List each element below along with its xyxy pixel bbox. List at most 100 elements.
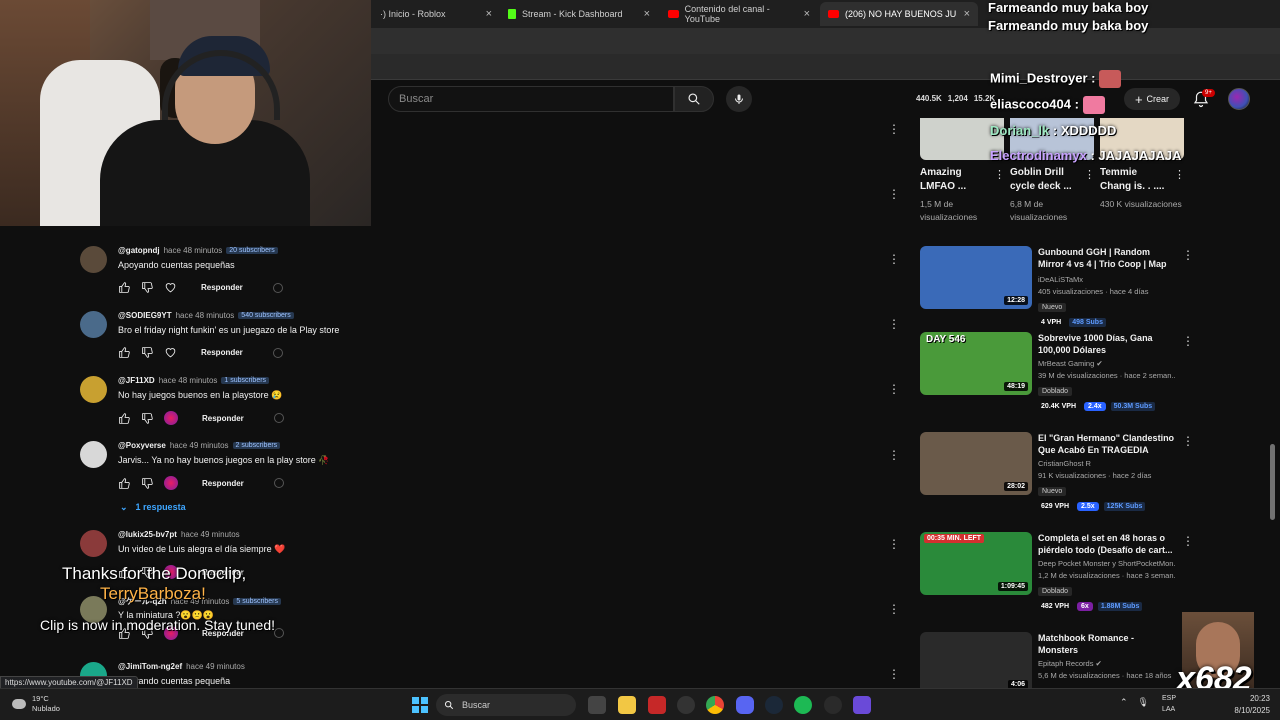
video-thumbnail[interactable]: 4:06	[920, 632, 1032, 688]
show-replies-button[interactable]: ⌄ 1 respuesta	[120, 502, 186, 513]
reply-button[interactable]: Responder	[202, 414, 244, 423]
comment-author[interactable]: @SODIEG9YT	[118, 311, 172, 320]
more-vert-icon[interactable]: ⋮	[994, 168, 1005, 181]
tab-roblox[interactable]: ·) Inicio - Roblox ×	[372, 2, 500, 26]
close-tab-icon[interactable]: ×	[964, 8, 970, 20]
recommended-video[interactable]: 00:35 MIN. LEFT 1:09:45 Completa el set …	[920, 532, 1194, 622]
avatar[interactable]	[80, 376, 107, 403]
discord-icon[interactable]	[736, 696, 754, 714]
taskbar-search[interactable]: Buscar	[436, 694, 576, 716]
more-vert-icon[interactable]: ⋮	[1174, 168, 1185, 181]
thumbs-up-icon[interactable]	[118, 412, 131, 425]
more-vert-icon[interactable]: ⋮	[1182, 334, 1194, 348]
avatar[interactable]	[80, 246, 107, 273]
recommended-video[interactable]: 28:02 El "Gran Hermano" Clandestino Que …	[920, 432, 1194, 522]
more-vert-icon[interactable]: ⋮	[888, 448, 900, 462]
channel-name[interactable]: Deep Pocket Monster y ShortPocketMon...	[1038, 559, 1176, 568]
comment-time[interactable]: hace 49 minutos	[186, 662, 245, 671]
more-vert-icon[interactable]: ⋮	[1084, 168, 1095, 181]
account-avatar[interactable]	[1228, 88, 1250, 110]
comment-author[interactable]: @gatopndj	[118, 246, 160, 255]
thumbs-down-icon[interactable]	[141, 412, 154, 425]
app-icon[interactable]	[648, 696, 666, 714]
more-options-icon[interactable]	[273, 628, 284, 638]
comment-author[interactable]: @JimiTom-ng2ef	[118, 662, 182, 671]
more-options-icon[interactable]	[273, 478, 284, 488]
input-language[interactable]: ESP LAA	[1162, 693, 1176, 715]
video-thumbnail[interactable]: 28:02	[920, 432, 1032, 495]
more-options-icon[interactable]	[272, 347, 283, 358]
channel-name[interactable]: CristianGhost R	[1038, 459, 1176, 468]
microphone-icon[interactable]: 🎙	[1138, 697, 1149, 708]
comment-time[interactable]: hace 48 minutos	[159, 376, 218, 385]
comment-author[interactable]: @lukix25-bv7pt	[118, 530, 177, 539]
avatar[interactable]	[80, 530, 107, 557]
windows-start-icon[interactable]	[412, 697, 428, 713]
video-title[interactable]: Completa el set en 48 horas o piérdelo t…	[1038, 532, 1176, 556]
create-button[interactable]: + Crear	[1124, 88, 1180, 110]
more-vert-icon[interactable]: ⋮	[888, 252, 900, 266]
more-vert-icon[interactable]: ⋮	[1182, 434, 1194, 448]
short-title[interactable]: Amazing LMFAO ...	[920, 166, 990, 194]
video-thumbnail[interactable]: 00:35 MIN. LEFT 1:09:45	[920, 532, 1032, 595]
close-tab-icon[interactable]: ×	[486, 8, 492, 20]
channel-name[interactable]: iDeALiSTaMx	[1038, 275, 1176, 284]
thumbs-up-icon[interactable]	[118, 281, 131, 294]
spotify-icon[interactable]	[794, 696, 812, 714]
obs-icon[interactable]	[677, 696, 695, 714]
more-vert-icon[interactable]: ⋮	[888, 537, 900, 551]
chevron-up-icon[interactable]: ⌃	[1120, 697, 1128, 708]
more-vert-icon[interactable]: ⋮	[888, 602, 900, 616]
file-explorer-icon[interactable]	[618, 696, 636, 714]
system-clock[interactable]: 20:23 8/10/2025	[1228, 693, 1270, 717]
video-thumbnail[interactable]: DAY 546 48:19	[920, 332, 1032, 395]
comment-time[interactable]: hace 49 minutos	[170, 441, 229, 450]
recommended-video[interactable]: DAY 546 48:19 Sobrevive 1000 Días, Gana …	[920, 332, 1194, 422]
chrome-icon[interactable]	[706, 696, 724, 714]
video-thumbnail[interactable]: 12:28	[920, 246, 1032, 309]
more-vert-icon[interactable]: ⋮	[1182, 248, 1194, 262]
recommended-video[interactable]: 12:28 Gunbound GGH | Random Mirror 4 vs …	[920, 246, 1194, 327]
thumbs-down-icon[interactable]	[141, 281, 154, 294]
channel-name[interactable]: MrBeast Gaming ✔	[1038, 359, 1176, 368]
weather-widget[interactable]: 19°C Nublado	[12, 694, 60, 714]
thumbs-up-icon[interactable]	[118, 346, 131, 359]
comment-time[interactable]: hace 48 minutos	[176, 311, 235, 320]
close-tab-icon[interactable]: ×	[804, 8, 810, 20]
tab-kick-dashboard[interactable]: Stream - Kick Dashboard ×	[500, 2, 658, 26]
more-options-icon[interactable]	[272, 282, 283, 293]
short-title[interactable]: Goblin Drill cycle deck ...	[1010, 166, 1080, 194]
voice-search-button[interactable]	[726, 86, 752, 112]
comment-time[interactable]: hace 49 minutos	[181, 530, 240, 539]
app-icon[interactable]	[853, 696, 871, 714]
thumbs-down-icon[interactable]	[141, 346, 154, 359]
page-scrollbar[interactable]	[1270, 444, 1275, 520]
video-title[interactable]: Gunbound GGH | Random Mirror 4 vs 4 | Tr…	[1038, 246, 1176, 272]
short-title[interactable]: Temmie Chang is. . ....	[1100, 166, 1170, 194]
reply-button[interactable]: Responder	[201, 348, 243, 357]
reply-button[interactable]: Responder	[202, 479, 244, 488]
recommended-video[interactable]: 4:06 Matchbook Romance - Monsters Epitap…	[920, 632, 1190, 688]
more-vert-icon[interactable]: ⋮	[888, 317, 900, 331]
thumbs-up-icon[interactable]	[118, 477, 131, 490]
more-options-icon[interactable]	[273, 413, 284, 423]
channel-name[interactable]: Epitaph Records ✔	[1038, 659, 1176, 668]
more-vert-icon[interactable]: ⋮	[888, 382, 900, 396]
app-icon[interactable]	[824, 696, 842, 714]
avatar[interactable]	[80, 441, 107, 468]
comment-author[interactable]: @JF11XD	[118, 376, 155, 385]
video-title[interactable]: Matchbook Romance - Monsters	[1038, 632, 1176, 656]
search-button[interactable]	[674, 86, 714, 112]
video-title[interactable]: Sobrevive 1000 Días, Gana 100,000 Dólare…	[1038, 332, 1176, 356]
avatar[interactable]	[80, 311, 107, 338]
task-view-icon[interactable]	[588, 696, 606, 714]
more-vert-icon[interactable]: ⋮	[888, 667, 900, 681]
close-tab-icon[interactable]: ×	[644, 8, 650, 20]
video-title[interactable]: El "Gran Hermano" Clandestino Que Acabó …	[1038, 432, 1176, 456]
comment-author[interactable]: @Poxyverse	[118, 441, 166, 450]
comment-time[interactable]: hace 48 minutos	[164, 246, 223, 255]
tab-current-video[interactable]: (206) NO HAY BUENOS JUEGOS ×	[820, 2, 978, 26]
thumbs-down-icon[interactable]	[141, 477, 154, 490]
search-input[interactable]: Buscar	[388, 86, 674, 112]
reply-button[interactable]: Responder	[201, 283, 243, 292]
